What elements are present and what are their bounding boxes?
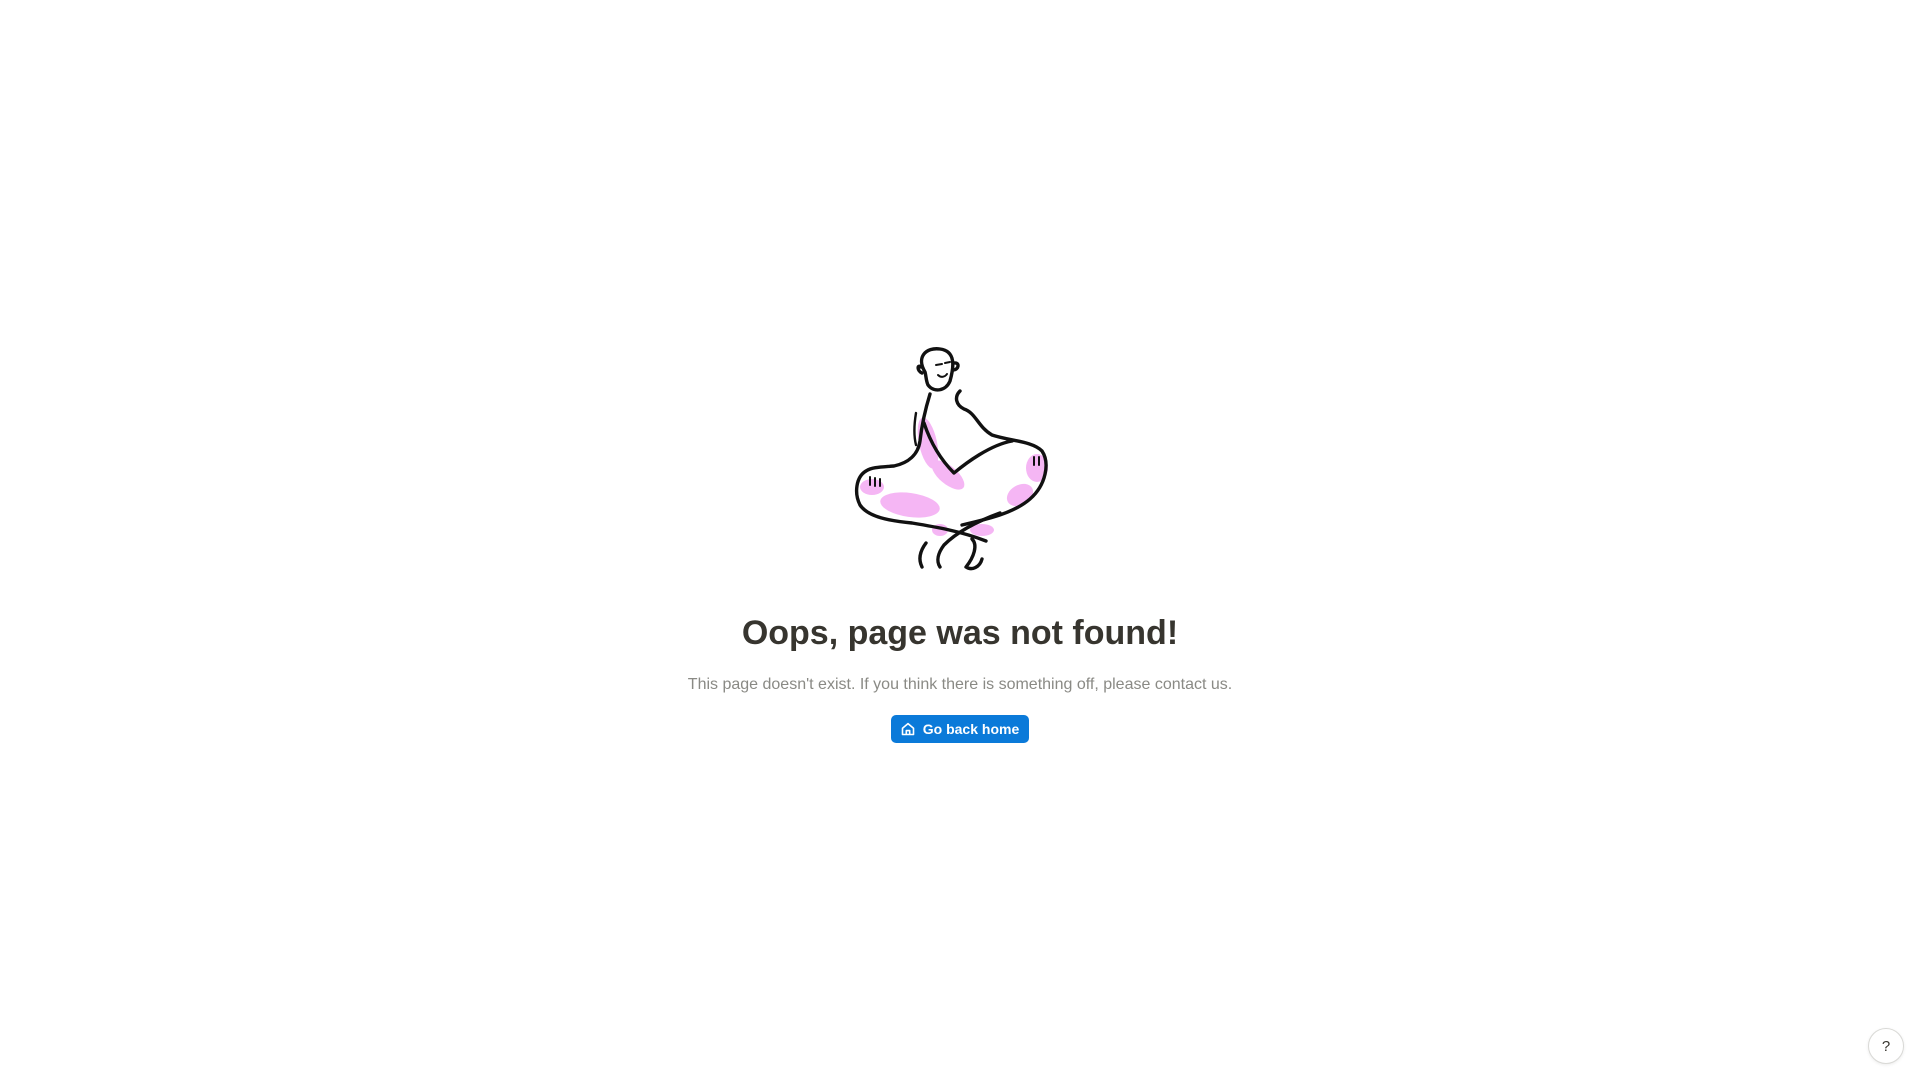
home-icon	[901, 722, 915, 736]
help-icon: ?	[1881, 1037, 1891, 1055]
go-back-home-button[interactable]: Go back home	[890, 715, 1030, 743]
go-back-home-label: Go back home	[922, 721, 1020, 737]
not-found-content: Oops, page was not found! This page does…	[0, 345, 1920, 743]
page-title: Oops, page was not found!	[741, 614, 1179, 652]
not-found-page: Oops, page was not found! This page does…	[0, 0, 1920, 1080]
meditating-figure-illustration	[854, 347, 1048, 571]
help-button[interactable]: ?	[1868, 1028, 1904, 1064]
error-message: This page doesn't exist. If you think th…	[687, 676, 1233, 693]
